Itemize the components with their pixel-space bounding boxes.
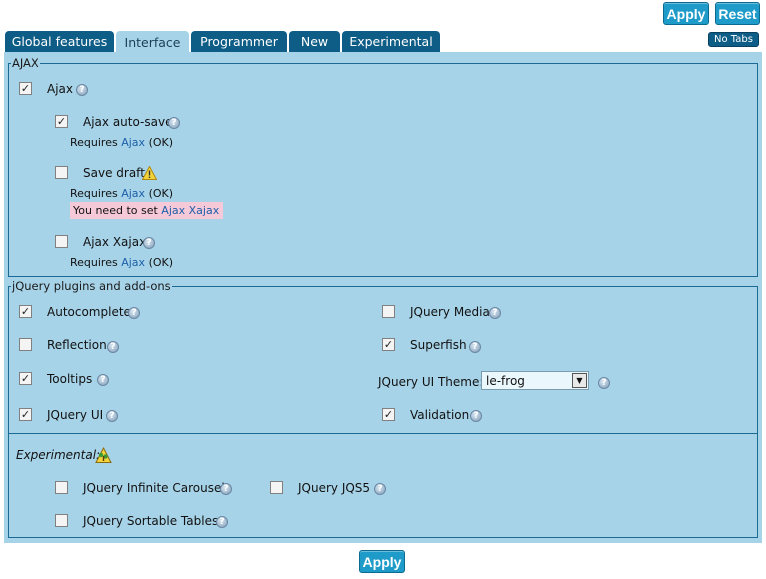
validation-help-icon[interactable]: ? (470, 410, 482, 422)
ajax-xajax-checkbox[interactable] (55, 235, 68, 248)
ajax-xajax-help-icon[interactable]: ? (143, 237, 155, 249)
jquery-ui-label: JQuery UI (47, 408, 104, 422)
warning-icon (142, 166, 157, 180)
ajax-link[interactable]: Ajax (121, 187, 145, 200)
ajax-link[interactable]: Ajax (121, 136, 145, 149)
autocomplete-label: Autocomplete (47, 305, 131, 319)
jquery-media-help-icon[interactable]: ? (489, 307, 501, 319)
superfish-label: Superfish (410, 338, 467, 352)
section-divider (9, 433, 757, 434)
ajax-xajax-link[interactable]: Ajax Xajax (161, 204, 219, 217)
xajax-requirement: Requires Ajax (OK) (70, 256, 174, 269)
jquery-carousel-label: JQuery Infinite Carousel (83, 481, 225, 495)
reset-button[interactable]: Reset (715, 2, 760, 25)
tooltips-help-icon[interactable]: ? (97, 374, 109, 386)
save-draft-warning: You need to set Ajax Xajax (70, 202, 223, 219)
jquery-sortable-checkbox[interactable] (55, 514, 68, 527)
ajax-autosave-checkbox[interactable]: ✓ (55, 115, 68, 128)
jquery-sortable-label: JQuery Sortable Tables (83, 514, 219, 528)
autocomplete-checkbox[interactable]: ✓ (19, 305, 32, 318)
jquery-jqs5-checkbox[interactable] (270, 481, 283, 494)
ajax-xajax-label: Ajax Xajax (83, 235, 147, 249)
superfish-checkbox[interactable]: ✓ (382, 338, 395, 351)
ajax-link[interactable]: Ajax (121, 256, 145, 269)
validation-label: Validation (410, 408, 470, 422)
tab-new[interactable]: New (289, 31, 340, 52)
ajax-label: Ajax (47, 82, 73, 96)
jquery-legend: jQuery plugins and add-ons (11, 279, 172, 293)
tab-experimental[interactable]: Experimental (342, 31, 440, 52)
tab-global-features[interactable]: Global features (5, 31, 114, 52)
reflection-help-icon[interactable]: ? (107, 341, 119, 353)
reflection-checkbox[interactable] (19, 338, 32, 351)
tooltips-label: Tooltips (47, 372, 93, 386)
jquery-media-checkbox[interactable] (382, 305, 395, 318)
jquery-jqs5-label: JQuery JQS5 (298, 481, 371, 495)
tab-interface[interactable]: Interface (116, 31, 189, 53)
apply-button-bottom[interactable]: Apply (359, 550, 405, 573)
ajax-autosave-help-icon[interactable]: ? (168, 117, 180, 129)
jquery-ui-theme-label: JQuery UI Theme: (378, 375, 484, 389)
jquery-sortable-help-icon[interactable]: ? (216, 516, 228, 528)
save-draft-checkbox[interactable] (55, 166, 68, 179)
tab-programmer[interactable]: Programmer (191, 31, 287, 52)
superfish-help-icon[interactable]: ? (469, 341, 481, 353)
reflection-label: Reflection (47, 338, 107, 352)
chevron-down-icon[interactable]: ▼ (572, 373, 587, 388)
jquery-carousel-help-icon[interactable]: ? (220, 483, 232, 495)
jquery-ui-theme-help-icon[interactable]: ? (598, 377, 610, 389)
jquery-ui-help-icon[interactable]: ? (106, 410, 118, 422)
jquery-ui-checkbox[interactable]: ✓ (19, 408, 32, 421)
ajax-help-icon[interactable]: ? (76, 84, 88, 96)
validation-checkbox[interactable]: ✓ (382, 408, 395, 421)
ajax-checkbox[interactable]: ✓ (19, 82, 32, 95)
apply-button-top[interactable]: Apply (663, 2, 709, 25)
no-tabs-button[interactable]: No Tabs (708, 32, 759, 47)
jquery-media-label: JQuery Media (410, 305, 490, 319)
tooltips-checkbox[interactable]: ✓ (19, 372, 32, 385)
jquery-carousel-checkbox[interactable] (55, 481, 68, 494)
experimental-icon (95, 447, 112, 463)
jquery-ui-theme-value: le-frog (486, 374, 525, 388)
ajax-autosave-label: Ajax auto-save (83, 115, 173, 129)
jquery-ui-theme-select[interactable]: le-frog ▼ (481, 371, 589, 390)
experimental-label: Experimental: (16, 448, 101, 462)
jquery-jqs5-help-icon[interactable]: ? (374, 483, 386, 495)
autosave-requirement: Requires Ajax (OK) (70, 136, 174, 149)
save-draft-label: Save draft (83, 166, 145, 180)
save-draft-requirement: Requires Ajax (OK) (70, 187, 174, 200)
autocomplete-help-icon[interactable]: ? (128, 307, 140, 319)
ajax-legend: AJAX (11, 56, 40, 70)
